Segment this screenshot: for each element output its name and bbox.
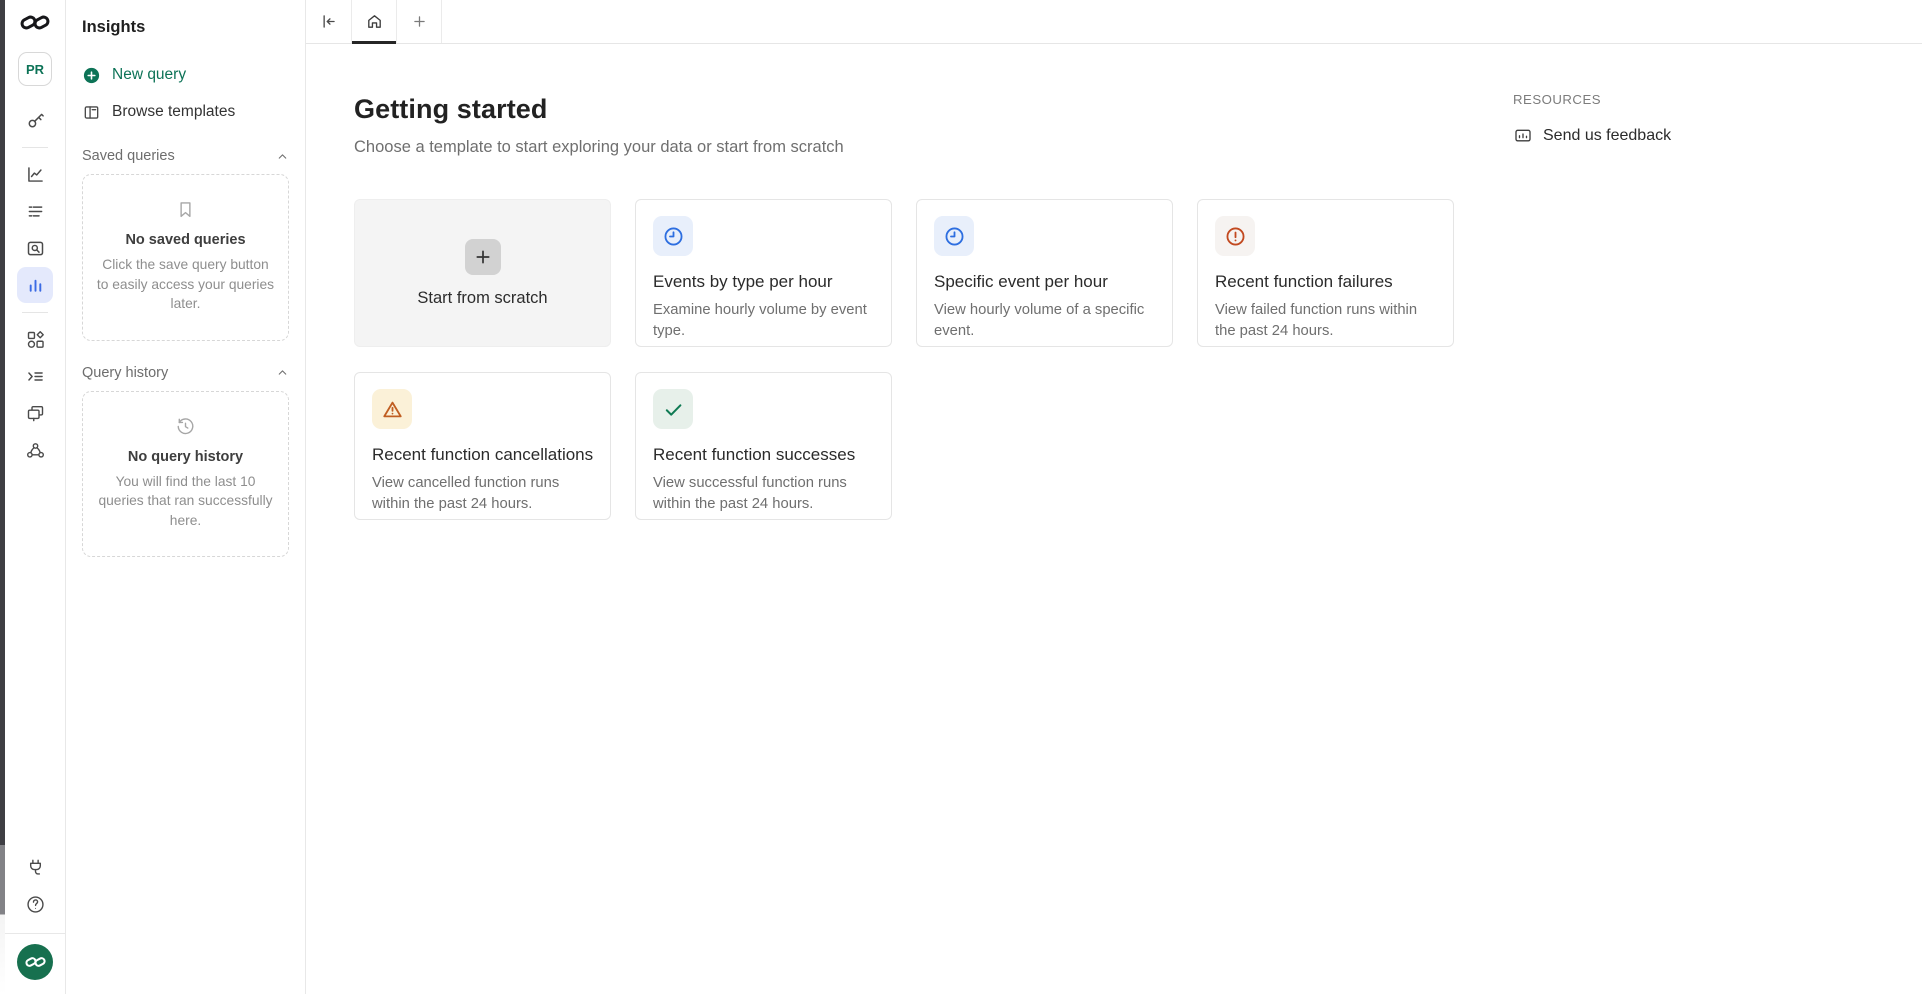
card-title: Recent function cancellations	[372, 445, 593, 465]
resources-header: RESOURCES	[1513, 92, 1671, 107]
saved-queries-empty-state: No saved queries Click the save query bu…	[82, 174, 289, 341]
event-list-icon[interactable]	[17, 193, 53, 229]
bar-chart-insights-icon[interactable]	[17, 267, 53, 303]
tab-bar	[306, 0, 1922, 44]
card-title: Specific event per hour	[934, 272, 1155, 292]
browse-templates-label: Browse templates	[112, 103, 235, 121]
template-card-function-failures[interactable]: Recent function failures View failed fun…	[1197, 199, 1454, 347]
workspace-switcher[interactable]: PR	[18, 52, 52, 86]
empty-state-body: Click the save query button to easily ac…	[95, 255, 276, 314]
empty-state-body: You will find the last 10 queries that r…	[95, 472, 276, 531]
card-description: View cancelled function runs within the …	[372, 473, 593, 515]
apps-grid-icon[interactable]	[17, 321, 53, 357]
panel-title: Insights	[82, 18, 289, 37]
check-icon	[653, 389, 693, 429]
template-card-function-cancellations[interactable]: Recent function cancellations View cance…	[354, 372, 611, 520]
collapse-left-icon	[319, 12, 338, 31]
feedback-chart-icon	[1513, 126, 1533, 146]
template-card-specific-event[interactable]: Specific event per hour View hourly volu…	[916, 199, 1173, 347]
collapse-panel-button[interactable]	[306, 0, 352, 43]
insights-panel: Insights New query Browse templates Save…	[66, 0, 306, 994]
inngest-logo-icon[interactable]	[20, 13, 50, 32]
icon-rail: PR	[5, 0, 66, 994]
app-root: PR	[0, 0, 1922, 994]
home-icon	[365, 12, 384, 31]
warning-triangle-icon	[372, 389, 412, 429]
browse-templates-button[interactable]: Browse templates	[82, 100, 289, 124]
send-feedback-button[interactable]: Send us feedback	[1513, 126, 1671, 146]
card-description: View failed function runs within the pas…	[1215, 300, 1436, 342]
help-icon[interactable]	[17, 886, 53, 922]
templates-icon	[82, 103, 101, 122]
plus-icon	[465, 239, 501, 275]
clock-icon	[934, 216, 974, 256]
plus-icon	[411, 13, 428, 30]
inngest-logo-icon	[25, 955, 46, 969]
rail-divider	[22, 147, 48, 148]
chevron-up-icon[interactable]	[276, 366, 289, 379]
new-tab-button[interactable]	[397, 0, 442, 43]
tab-home[interactable]	[352, 0, 397, 43]
windows-icon[interactable]	[17, 395, 53, 431]
bookmark-icon	[95, 199, 276, 220]
card-title: Recent function failures	[1215, 272, 1436, 292]
plus-circle-icon	[82, 66, 101, 85]
key-icon[interactable]	[17, 102, 53, 138]
send-feedback-label: Send us feedback	[1543, 127, 1671, 145]
query-history-label: Query history	[82, 365, 168, 381]
alert-circle-icon	[1215, 216, 1255, 256]
card-description: Examine hourly volume by event type.	[653, 300, 874, 342]
card-label: Start from scratch	[417, 289, 547, 308]
chevron-up-icon[interactable]	[276, 150, 289, 163]
clock-icon	[653, 216, 693, 256]
query-history-empty-state: No query history You will find the last …	[82, 391, 289, 558]
card-description: View hourly volume of a specific event.	[934, 300, 1155, 342]
profile-avatar[interactable]	[17, 944, 53, 980]
rail-divider	[5, 933, 66, 934]
start-from-scratch-card[interactable]: Start from scratch	[354, 199, 611, 347]
line-chart-icon[interactable]	[17, 156, 53, 192]
plug-icon[interactable]	[17, 849, 53, 885]
resources-section: RESOURCES Send us feedback	[1513, 92, 1671, 146]
empty-state-title: No query history	[95, 449, 276, 465]
template-card-function-successes[interactable]: Recent function successes View successfu…	[635, 372, 892, 520]
template-card-events-by-type[interactable]: Events by type per hour Examine hourly v…	[635, 199, 892, 347]
rail-divider	[22, 312, 48, 313]
template-cards: Start from scratch Events by type per ho…	[354, 199, 1464, 520]
main-area: Getting started Choose a template to sta…	[306, 0, 1922, 994]
card-title: Events by type per hour	[653, 272, 874, 292]
card-title: Recent function successes	[653, 445, 874, 465]
card-description: View successful function runs within the…	[653, 473, 874, 515]
new-query-label: New query	[112, 66, 186, 84]
function-run-list-icon[interactable]	[17, 358, 53, 394]
saved-queries-label: Saved queries	[82, 148, 175, 164]
query-history-header: Query history	[82, 365, 289, 381]
workspace-initials: PR	[26, 62, 44, 77]
getting-started-section: Getting started Choose a template to sta…	[306, 44, 1922, 520]
new-query-button[interactable]: New query	[82, 63, 289, 87]
search-window-icon[interactable]	[17, 230, 53, 266]
history-clock-icon	[95, 416, 276, 437]
empty-state-title: No saved queries	[95, 232, 276, 248]
webhook-icon[interactable]	[17, 432, 53, 468]
saved-queries-header: Saved queries	[82, 148, 289, 164]
